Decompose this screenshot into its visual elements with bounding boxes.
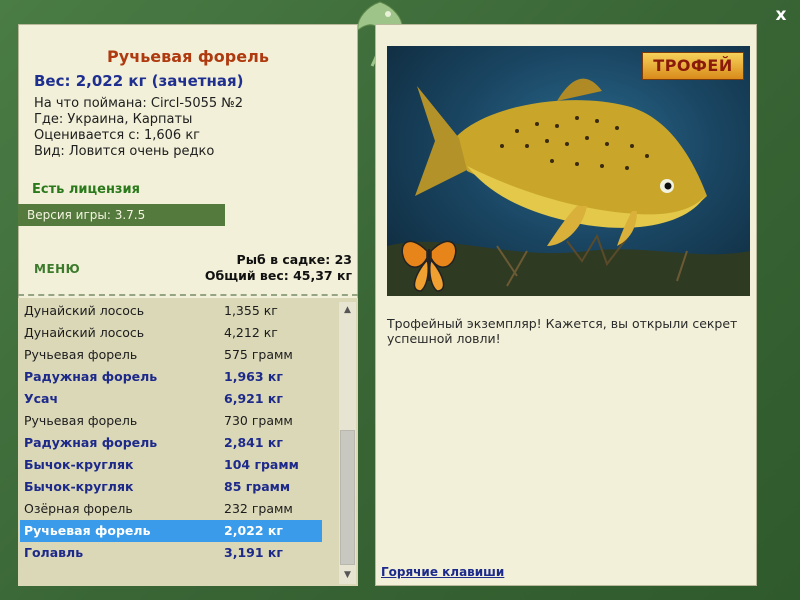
location-info: Где: Украина, Карпаты [34, 112, 193, 127]
bait-info: На что поймана: Circl-5055 №2 [34, 96, 244, 111]
catch-item-name: Усач [24, 391, 59, 406]
left-panel: Ручьевая форель Вес: 2,022 кг (зачетная)… [18, 24, 358, 586]
catch-item-weight: 232 грамм [224, 501, 293, 516]
catch-list-item[interactable]: Бычок-кругляк 85 грамм [20, 476, 322, 498]
catch-item-weight: 730 грамм [224, 413, 293, 428]
catch-item-name: Радужная форель [24, 435, 158, 450]
catch-list-item[interactable]: Ручьевая форель 2,022 кг [20, 520, 322, 542]
scroll-down-icon[interactable]: ▼ [339, 567, 356, 584]
scroll-thumb[interactable] [340, 430, 355, 565]
menu-button[interactable]: МЕНЮ [34, 262, 80, 276]
catch-item-name: Голавль [24, 545, 84, 560]
catch-item-weight: 1,355 кг [224, 303, 278, 318]
total-weight: Общий вес: 45,37 кг [204, 268, 352, 283]
catch-item-weight: 575 грамм [224, 347, 293, 362]
catch-item-name: Дунайский лосось [24, 303, 145, 318]
catch-stats: Рыб в садке: 23 Общий вес: 45,37 кг [205, 252, 352, 284]
catch-list-item[interactable]: Голавль 3,191 кг [20, 542, 322, 564]
catch-item-name: Озёрная форель [24, 501, 133, 516]
trophy-weight: Вес: 2,022 кг (зачетная) [34, 72, 244, 90]
catch-item-weight: 4,212 кг [224, 325, 278, 340]
catch-item-weight: 104 грамм [224, 457, 299, 472]
rated-from-info: Оценивается с: 1,606 кг [34, 128, 201, 143]
right-panel: ТРОФЕЙ Трофейный экземпляр! Кажется, вы … [375, 24, 757, 586]
fish-count: Рыб в садке: 23 [236, 252, 352, 267]
trophy-description: Трофейный экземпляр! Кажется, вы открыли… [387, 316, 738, 346]
catch-item-weight: 1,963 кг [224, 369, 283, 384]
trophy-fish-name: Ручьевая форель [107, 47, 269, 66]
catch-list-item[interactable]: Ручьевая форель 730 грамм [20, 410, 322, 432]
catch-list[interactable]: Дунайский лосось 1,355 кг Дунайский лосось… [20, 300, 322, 584]
catch-list-item[interactable]: Усач 6,921 кг [20, 388, 322, 410]
catch-item-weight: 2,022 кг [224, 523, 283, 538]
hotkeys-link[interactable]: Горячие клавиши [381, 565, 504, 579]
catch-item-weight: 3,191 кг [224, 545, 283, 560]
catch-list-item[interactable]: Радужная форель 1,963 кг [20, 366, 322, 388]
scroll-up-icon[interactable]: ▲ [339, 302, 356, 319]
catch-list-item[interactable]: Дунайский лосось 4,212 кг [20, 322, 322, 344]
catch-list-item[interactable]: Радужная форель 2,841 кг [20, 432, 322, 454]
version-bar: Версия игры: 3.7.5 [18, 204, 225, 226]
catch-item-weight: 85 грамм [224, 479, 291, 494]
catch-item-name: Радужная форель [24, 369, 158, 384]
catch-list-item[interactable]: Дунайский лосось 1,355 кг [20, 300, 322, 322]
catch-item-weight: 2,841 кг [224, 435, 283, 450]
scrollbar[interactable]: ▲ ▼ [339, 302, 356, 584]
catch-item-weight: 6,921 кг [224, 391, 283, 406]
close-button[interactable]: x [770, 4, 792, 26]
catch-list-item[interactable]: Бычок-кругляк 104 грамм [20, 454, 322, 476]
trophy-photo: ТРОФЕЙ [387, 46, 750, 296]
catch-item-name: Ручьевая форель [24, 523, 151, 538]
kind-info: Вид: Ловится очень редко [34, 144, 215, 159]
catch-item-name: Дунайский лосось [24, 325, 145, 340]
trout-image-icon [387, 78, 750, 296]
divider [18, 294, 358, 296]
catch-item-name: Бычок-кругляк [24, 457, 134, 472]
catch-list-item[interactable]: Озёрная форель 232 грамм [20, 498, 322, 520]
catch-item-name: Ручьевая форель [24, 413, 138, 428]
catch-list-area: Дунайский лосось 1,355 кг Дунайский лосось… [18, 298, 358, 586]
trophy-badge: ТРОФЕЙ [642, 52, 744, 80]
license-status: Есть лицензия [32, 182, 140, 197]
catch-item-name: Ручьевая форель [24, 347, 138, 362]
catch-list-item[interactable]: Ручьевая форель 575 грамм [20, 344, 322, 366]
catch-item-name: Бычок-кругляк [24, 479, 134, 494]
